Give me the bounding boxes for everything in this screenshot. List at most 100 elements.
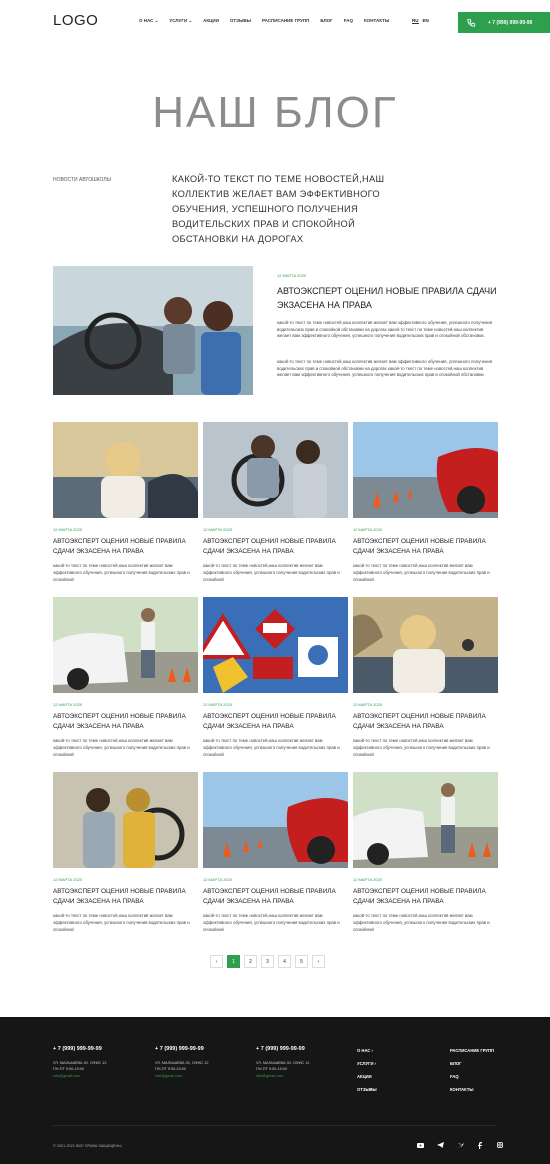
lang-en[interactable]: EN xyxy=(423,18,429,24)
footer-phone[interactable]: + 7 (999) 999-99-99 xyxy=(53,1046,106,1052)
nav-item-contacts[interactable]: Контакты xyxy=(364,18,389,24)
pagination-prev[interactable]: ‹ xyxy=(210,955,223,968)
blog-card-date: 12 МАРТА 2020 xyxy=(53,527,83,532)
phone-icon xyxy=(467,18,476,27)
blog-card-image[interactable] xyxy=(353,422,498,518)
instagram-icon[interactable] xyxy=(496,1141,504,1149)
footer-hours: ПН-ПТ 9:00-19:00 xyxy=(256,1067,287,1071)
pagination-page[interactable]: 5 xyxy=(295,955,308,968)
logo[interactable]: LOGO xyxy=(53,12,98,29)
main-nav: О нас ⌄ Услуги ⌄ Акции Отзывы Расписание… xyxy=(139,18,389,24)
blog-card-date: 12 МАРТА 2020 xyxy=(53,877,83,882)
blog-card[interactable]: 12 МАРТА 2020 АВТОЭКСПЕРТ ОЦЕНИЛ НОВЫЕ ПР… xyxy=(353,772,498,933)
footer-link[interactable]: ОТЗЫВЫ xyxy=(357,1087,377,1092)
footer-link[interactable]: УСЛУГИ › xyxy=(357,1061,377,1066)
blog-card[interactable]: 12 МАРТА 2020 АВТОЭКСПЕРТ ОЦЕНИЛ НОВЫЕ ПР… xyxy=(353,597,498,758)
blog-card-image[interactable] xyxy=(353,772,498,868)
footer-phone[interactable]: + 7 (999) 999-99-99 xyxy=(256,1046,309,1052)
intro-text: КАКОЙ-ТО ТЕКСТ ПО ТЕМЕ НОВОСТЕЙ,НАШ КОЛЛ… xyxy=(172,174,385,244)
nav-item-services[interactable]: Услуги ⌄ xyxy=(169,18,192,24)
blog-card-excerpt: какой-то текст по теме новостей,наш колл… xyxy=(53,913,190,932)
blog-card-excerpt: какой-то текст по теме новостей,наш колл… xyxy=(353,738,490,757)
featured-paragraph: какой-то текст по теме новостей,наш колл… xyxy=(277,359,493,378)
blog-card-title[interactable]: АВТОЭКСПЕРТ ОЦЕНИЛ НОВЫЕ ПРАВИЛА СДАЧИ Э… xyxy=(353,537,498,557)
footer-hours: ПН-ПТ 9:00-19:00 xyxy=(53,1067,84,1071)
footer-email[interactable]: info@gmail.com xyxy=(53,1074,106,1078)
nav-item-promotions[interactable]: Акции xyxy=(203,18,219,24)
pagination-page[interactable]: 2 xyxy=(244,955,257,968)
blog-card-date: 12 МАРТА 2020 xyxy=(53,702,83,707)
nav-item-reviews[interactable]: Отзывы xyxy=(230,18,251,24)
pagination-next[interactable]: › xyxy=(312,955,325,968)
blog-card-title[interactable]: АВТОЭКСПЕРТ ОЦЕНИЛ НОВЫЕ ПРАВИЛА СДАЧИ Э… xyxy=(353,712,498,732)
phone-button[interactable]: + 7 (999) 999-99-99 xyxy=(458,12,550,33)
blog-card-image[interactable] xyxy=(203,422,348,518)
footer-email[interactable]: info@gmail.com xyxy=(155,1074,208,1078)
featured-paragraph: какой-то текст по теме новостей,наш колл… xyxy=(277,320,493,339)
featured-title[interactable]: АВТОЭКСПЕРТ ОЦЕНИЛ НОВЫЕ ПРАВИЛА СДАЧИ Э… xyxy=(277,284,497,312)
footer-divider xyxy=(53,1125,497,1126)
footer-phone[interactable]: + 7 (999) 999-99-99 xyxy=(155,1046,208,1052)
lang-ru[interactable]: RU xyxy=(412,18,419,24)
blog-card[interactable]: 12 МАРТА 2020 АВТОЭКСПЕРТ ОЦЕНИЛ НОВЫЕ ПР… xyxy=(53,772,198,933)
blog-card-title[interactable]: АВТОЭКСПЕРТ ОЦЕНИЛ НОВЫЕ ПРАВИЛА СДАЧИ Э… xyxy=(203,537,348,557)
blog-card-image[interactable] xyxy=(53,422,198,518)
blog-card[interactable]: 12 МАРТА 2020 АВТОЭКСПЕРТ ОЦЕНИЛ НОВЫЕ ПР… xyxy=(203,597,348,758)
blog-card[interactable]: 12 МАРТА 2020 АВТОЭКСПЕРТ ОЦЕНИЛ НОВЫЕ ПР… xyxy=(203,422,348,583)
footer-link[interactable]: БЛОГ xyxy=(450,1061,494,1066)
blog-card[interactable]: 12 МАРТА 2020 АВТОЭКСПЕРТ ОЦЕНИЛ НОВЫЕ ПР… xyxy=(203,772,348,933)
blog-card-title[interactable]: АВТОЭКСПЕРТ ОЦЕНИЛ НОВЫЕ ПРАВИЛА СДАЧИ Э… xyxy=(353,887,498,907)
pagination-page[interactable]: 1 xyxy=(227,955,240,968)
facebook-icon[interactable] xyxy=(476,1141,484,1149)
page-title: НАШ БЛОГ xyxy=(152,88,398,137)
blog-card-excerpt: какой-то текст по теме новостей,наш колл… xyxy=(53,738,190,757)
blog-card-date: 12 МАРТА 2020 xyxy=(353,877,383,882)
footer-link[interactable]: О НАС › xyxy=(357,1048,377,1053)
nav-item-schedule[interactable]: Расписание групп xyxy=(262,18,309,24)
blog-card[interactable]: 12 МАРТА 2020 АВТОЭКСПЕРТ ОЦЕНИЛ НОВЫЕ ПР… xyxy=(53,597,198,758)
blog-card-title[interactable]: АВТОЭКСПЕРТ ОЦЕНИЛ НОВЫЕ ПРАВИЛА СДАЧИ Э… xyxy=(53,537,198,557)
pagination-page[interactable]: 4 xyxy=(278,955,291,968)
blog-card-date: 12 МАРТА 2020 xyxy=(203,877,233,882)
blog-card-excerpt: какой-то текст по теме новостей,наш колл… xyxy=(203,563,340,582)
blog-card-date: 12 МАРТА 2020 xyxy=(353,702,383,707)
pagination: ‹ 1 2 3 4 5 › xyxy=(210,955,325,968)
blog-card[interactable]: 12 МАРТА 2020 АВТОЭКСПЕРТ ОЦЕНИЛ НОВЫЕ ПР… xyxy=(353,422,498,583)
nav-item-blog[interactable]: Блог xyxy=(320,18,332,24)
blog-card-date: 12 МАРТА 2020 xyxy=(203,527,233,532)
footer-link[interactable]: FAQ xyxy=(450,1074,494,1079)
blog-card-excerpt: какой-то текст по теме новостей,наш колл… xyxy=(353,563,490,582)
footer-contact: + 7 (999) 999-99-99 УЛ. МАЛЫШЕВА 30, ОФИ… xyxy=(155,1046,208,1078)
phone-number: + 7 (999) 999-99-99 xyxy=(488,19,533,26)
blog-card-image[interactable] xyxy=(53,597,198,693)
featured-date: 12 МАРТА 2020 xyxy=(277,273,307,278)
blog-card-excerpt: какой-то текст по теме новостей,наш колл… xyxy=(203,913,340,932)
blog-card-image[interactable] xyxy=(203,597,348,693)
blog-card[interactable]: 12 МАРТА 2020 АВТОЭКСПЕРТ ОЦЕНИЛ НОВЫЕ ПР… xyxy=(53,422,198,583)
featured-image[interactable] xyxy=(53,266,253,395)
footer-link[interactable]: КОНТАКТЫ xyxy=(450,1087,494,1092)
blog-card-image[interactable] xyxy=(53,772,198,868)
blog-card-image[interactable] xyxy=(203,772,348,868)
footer-contact: + 7 (999) 999-99-99 УЛ. МАЛЫШЕВА 30, ОФИ… xyxy=(53,1046,106,1078)
blog-card-title[interactable]: АВТОЭКСПЕРТ ОЦЕНИЛ НОВЫЕ ПРАВИЛА СДАЧИ Э… xyxy=(53,712,198,732)
telegram-icon[interactable] xyxy=(436,1141,444,1149)
footer-email[interactable]: info@gmail.com xyxy=(256,1074,309,1078)
twitter-icon[interactable] xyxy=(456,1141,464,1149)
nav-item-faq[interactable]: FAQ xyxy=(344,18,353,24)
footer-link[interactable]: АКЦИИ xyxy=(357,1074,377,1079)
blog-card-excerpt: какой-то текст по теме новостей,наш колл… xyxy=(203,738,340,757)
language-switcher: RU EN xyxy=(412,18,429,24)
footer-link[interactable]: РАСПИСАНИЕ ГРУПП xyxy=(450,1048,494,1053)
pagination-page[interactable]: 3 xyxy=(261,955,274,968)
intro-label: НОВОСТИ АВТОШКОЛЫ xyxy=(53,177,112,183)
blog-card-title[interactable]: АВТОЭКСПЕРТ ОЦЕНИЛ НОВЫЕ ПРАВИЛА СДАЧИ Э… xyxy=(203,712,348,732)
footer-menu: РАСПИСАНИЕ ГРУПП БЛОГ FAQ КОНТАКТЫ xyxy=(450,1048,494,1092)
footer-hours: ПН-ПТ 9:00-19:00 xyxy=(155,1067,186,1071)
blog-card-image[interactable] xyxy=(353,597,498,693)
youtube-icon[interactable] xyxy=(416,1141,424,1149)
blog-card-title[interactable]: АВТОЭКСПЕРТ ОЦЕНИЛ НОВЫЕ ПРАВИЛА СДАЧИ Э… xyxy=(53,887,198,907)
blog-card-title[interactable]: АВТОЭКСПЕРТ ОЦЕНИЛ НОВЫЕ ПРАВИЛА СДАЧИ Э… xyxy=(203,887,348,907)
site-header: LOGO О нас ⌄ Услуги ⌄ Акции Отзывы Распи… xyxy=(0,0,550,42)
nav-item-about[interactable]: О нас ⌄ xyxy=(139,18,158,24)
